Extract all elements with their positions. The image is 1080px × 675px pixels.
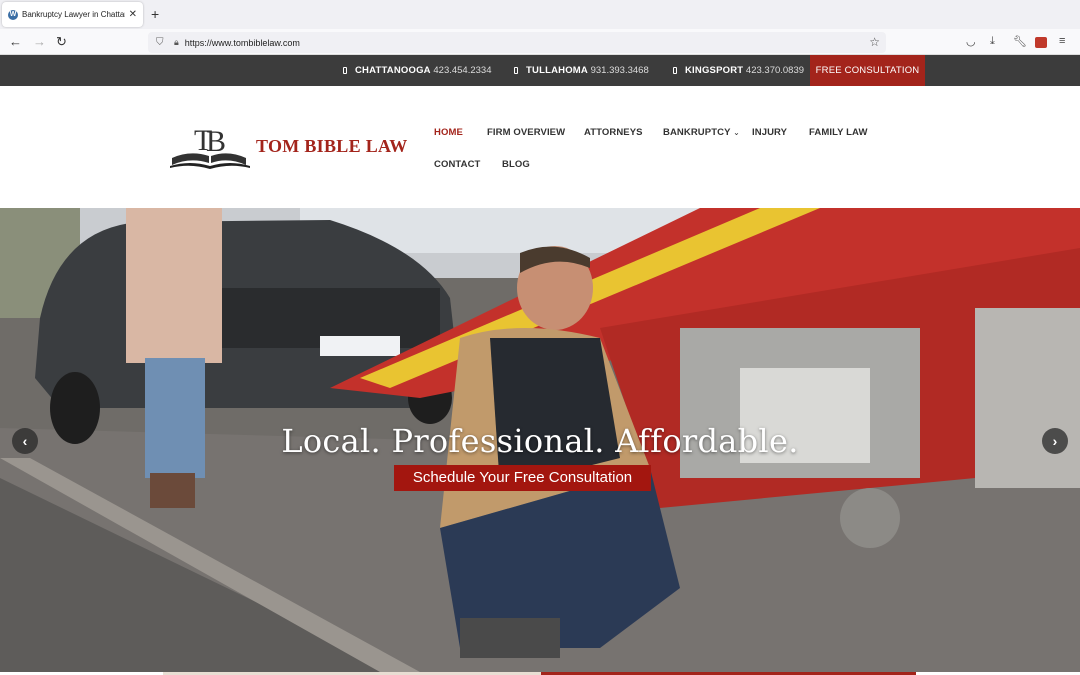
nav-blog[interactable]: BLOG	[502, 159, 530, 170]
site-header: T B TOM BIBLE LAW HOME FIRM OVERVIEW ATT…	[0, 86, 1080, 208]
slider-next-arrow-icon[interactable]: ›	[1042, 428, 1068, 454]
bookmark-star-icon[interactable]: ☆	[869, 35, 880, 49]
lock-icon[interactable]: 🔒︎	[174, 37, 179, 48]
nav-contact[interactable]: CONTACT	[434, 159, 480, 170]
nav-bankruptcy[interactable]: BANKRUPTCY ⌄	[663, 127, 740, 138]
slider-prev-arrow-icon[interactable]: ‹	[12, 428, 38, 454]
shield-icon[interactable]: ⛉	[156, 37, 166, 48]
reload-icon[interactable]: ↻	[56, 34, 67, 50]
location-chattanooga[interactable]: CHATTANOOGA 423.454.2334	[343, 55, 492, 86]
wrench-icon[interactable]: 🔧︎	[1013, 35, 1027, 48]
nav-attorneys[interactable]: ATTORNEYS	[584, 127, 643, 138]
hero-heading: Local. Professional. Affordable.	[281, 422, 799, 460]
logo-text: TOM BIBLE LAW	[256, 136, 408, 156]
open-book-logo-icon: T B	[170, 124, 250, 169]
phone-icon	[673, 67, 677, 74]
new-tab-icon[interactable]: +	[151, 6, 159, 22]
pocket-icon[interactable]: ◡	[966, 35, 976, 48]
browser-tab-bar: W Bankruptcy Lawyer in Chattanoo ✕ +	[0, 0, 1080, 29]
location-city: KINGSPORT	[685, 65, 744, 76]
menu-icon[interactable]: ≡	[1059, 35, 1065, 47]
nav-bankruptcy-label: BANKRUPTCY	[663, 127, 731, 138]
extension-icon[interactable]	[1035, 37, 1047, 48]
browser-tab[interactable]: W Bankruptcy Lawyer in Chattanoo ✕	[2, 2, 143, 27]
close-icon[interactable]: ✕	[129, 9, 137, 20]
chevron-down-icon: ⌄	[733, 128, 740, 137]
forward-icon[interactable]: →	[33, 34, 46, 50]
contact-bar: CHATTANOOGA 423.454.2334 TULLAHOMA 931.3…	[0, 55, 1080, 86]
location-city: CHATTANOOGA	[355, 65, 431, 76]
nav-family-law[interactable]: FAMILY LAW	[809, 127, 868, 138]
browser-toolbar: ← → ↻ ⛉ 🔒︎ https://www.tombiblelaw.com ☆…	[0, 29, 1080, 55]
location-phone: 423.370.0839	[745, 65, 805, 76]
nav-firm-overview[interactable]: FIRM OVERVIEW	[487, 127, 565, 138]
free-consultation-button[interactable]: FREE CONSULTATION	[810, 55, 925, 86]
schedule-consultation-button[interactable]: Schedule Your Free Consultation	[394, 465, 651, 491]
back-icon[interactable]: ←	[9, 34, 22, 50]
location-city: TULLAHOMA	[526, 65, 588, 76]
nav-injury[interactable]: INJURY	[752, 127, 787, 138]
tab-title: Bankruptcy Lawyer in Chattanoo	[22, 10, 125, 19]
url-text[interactable]: https://www.tombiblelaw.com	[185, 38, 886, 48]
location-tullahoma[interactable]: TULLAHOMA 931.393.3468	[514, 55, 649, 86]
phone-icon	[514, 67, 518, 74]
location-phone: 931.393.3468	[590, 65, 649, 76]
site-logo[interactable]: T B TOM BIBLE LAW	[170, 124, 410, 169]
phone-icon	[343, 67, 347, 74]
wordpress-icon: W	[8, 9, 18, 20]
address-bar[interactable]: ⛉ 🔒︎ https://www.tombiblelaw.com ☆	[148, 32, 886, 53]
nav-home[interactable]: HOME	[434, 127, 463, 138]
location-kingsport[interactable]: KINGSPORT 423.370.0839	[673, 55, 804, 86]
svg-text:B: B	[206, 125, 226, 158]
hero-slider: Local. Professional. Affordable. Schedul…	[0, 208, 1080, 672]
download-icon[interactable]: ⤓	[990, 35, 995, 48]
location-phone: 423.454.2334	[433, 65, 492, 76]
